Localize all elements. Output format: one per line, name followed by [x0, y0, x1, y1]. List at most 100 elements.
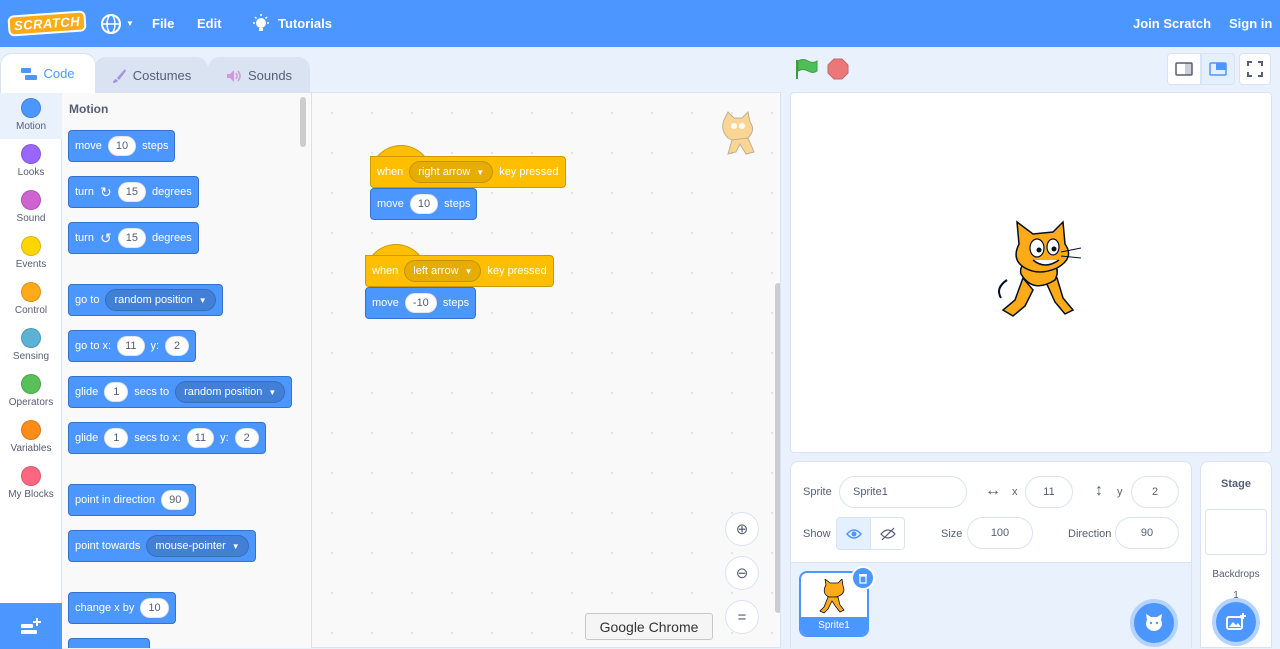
category-sensing[interactable]: Sensing [0, 323, 62, 369]
zoom-in-button[interactable]: ⊕ [725, 512, 759, 546]
category-variables[interactable]: Variables [0, 415, 62, 461]
when-key-pressed-block[interactable]: when left arrow ▼ key pressed [365, 255, 554, 287]
block-move-steps[interactable]: move 10 steps [68, 130, 176, 162]
show-hidden-button[interactable] [870, 517, 905, 550]
block-dropdown[interactable]: random position ▼ [175, 381, 286, 403]
edit-menu[interactable]: Edit [197, 0, 222, 47]
block-label: secs to [134, 386, 170, 398]
lightbulb-icon [253, 13, 269, 31]
large-stage-icon [1209, 62, 1227, 76]
tab-sounds-label: Sounds [247, 68, 293, 83]
when-key-pressed-block[interactable]: when right arrow ▼ key pressed [370, 156, 566, 188]
block-go-to[interactable]: go to random position ▼ [68, 284, 223, 316]
block-input[interactable]: 2 [234, 428, 259, 448]
stage-header [781, 47, 1280, 92]
tab-code[interactable]: Code [0, 53, 96, 93]
green-flag-button[interactable] [793, 57, 819, 81]
category-looks[interactable]: Looks [0, 139, 62, 185]
block-label: move [372, 297, 399, 309]
show-label: Show [803, 528, 831, 540]
add-extension-button[interactable] [0, 603, 62, 649]
x-position-input[interactable]: 11 [1025, 476, 1073, 508]
choose-sprite-button[interactable] [1130, 599, 1178, 647]
move-steps-block[interactable]: move -10 steps [365, 287, 477, 319]
sprite-name-input[interactable]: Sprite1 [839, 476, 967, 508]
block-input[interactable]: 10 [140, 598, 169, 618]
block-change-x[interactable]: change x by 10 [68, 592, 176, 624]
block-label: glide [75, 432, 99, 444]
block-label: key pressed [499, 166, 559, 178]
delete-sprite-button[interactable] [851, 566, 875, 590]
palette-scrollbar[interactable] [300, 97, 306, 147]
join-scratch-link[interactable]: Join Scratch [1133, 0, 1211, 47]
direction-input[interactable]: 90 [1115, 517, 1179, 549]
key-dropdown[interactable]: left arrow ▼ [404, 260, 482, 282]
category-sound[interactable]: Sound [0, 185, 62, 231]
file-menu[interactable]: File [152, 0, 174, 47]
block-input[interactable]: 90 [161, 490, 190, 510]
key-dropdown[interactable]: right arrow ▼ [409, 161, 494, 183]
show-visible-button[interactable] [836, 517, 871, 550]
sprite-info-panel: Sprite Sprite1 ↔ x 11 ↕ y 2 Show Size 10… [790, 461, 1192, 648]
block-label: change x by [75, 602, 135, 614]
small-stage-icon [1175, 62, 1193, 76]
category-motion[interactable]: Motion [0, 93, 62, 139]
tooltip-text: Google Chrome [599, 618, 699, 635]
block-input[interactable]: -10 [404, 293, 437, 313]
block-label: degrees [151, 186, 192, 198]
block-input[interactable]: 11 [186, 428, 215, 448]
block-partial[interactable] [68, 638, 150, 648]
eye-icon [845, 528, 862, 539]
block-dropdown[interactable]: random position ▼ [105, 289, 216, 311]
stage-canvas[interactable] [790, 92, 1272, 453]
block-glide-to[interactable]: glide 1 secs to random position ▼ [68, 376, 293, 408]
category-label: Looks [17, 167, 45, 178]
category-operators[interactable]: Operators [0, 369, 62, 415]
block-point-in-direction[interactable]: point in direction 90 [68, 484, 197, 516]
stage-thumbnail[interactable] [1205, 509, 1267, 555]
y-position-input[interactable]: 2 [1131, 476, 1179, 508]
move-steps-block[interactable]: move 10 steps [370, 188, 478, 220]
direction-label: Direction [1068, 528, 1112, 540]
category-my-blocks[interactable]: My Blocks [0, 461, 62, 507]
block-go-to-xy[interactable]: go to x: 11 y: 2 [68, 330, 197, 362]
block-input[interactable]: 1 [104, 428, 129, 448]
block-turn-left[interactable]: turn ↺ 15 degrees [68, 222, 199, 254]
category-control[interactable]: Control [0, 277, 62, 323]
choose-backdrop-button[interactable] [1212, 598, 1260, 646]
block-input[interactable]: 11 [117, 336, 145, 356]
caret-down-icon: ▼ [268, 387, 277, 397]
add-extension-icon [21, 618, 41, 634]
block-glide-to-xy[interactable]: glide 1 secs to x: 11 y: 2 [68, 422, 266, 454]
scratch-logo[interactable]: SCRATCH [7, 0, 87, 47]
block-input[interactable]: 2 [165, 336, 190, 356]
tab-costumes[interactable]: Costumes [94, 57, 208, 93]
block-input[interactable]: 10 [107, 136, 137, 156]
zoom-out-button[interactable]: ⊖ [725, 556, 759, 590]
dropdown-value: random position [114, 294, 193, 306]
zoom-reset-button[interactable]: = [725, 600, 759, 634]
script-area[interactable]: when right arrow ▼ key pressed move 10 st… [311, 92, 781, 648]
block-label: steps [442, 297, 470, 309]
block-input[interactable]: 10 [409, 194, 439, 214]
stage-selector[interactable]: Stage Backdrops 1 [1200, 461, 1272, 648]
block-input[interactable]: 15 [117, 228, 146, 248]
tutorials-button[interactable]: Tutorials [252, 0, 332, 47]
cat-sprite[interactable] [993, 218, 1093, 322]
block-input[interactable]: 1 [104, 382, 129, 402]
stop-button[interactable] [826, 57, 850, 81]
fullscreen-button[interactable] [1239, 53, 1271, 85]
tab-sounds[interactable]: Sounds [208, 57, 310, 93]
block-turn-right[interactable]: turn ↻ 15 degrees [68, 176, 199, 208]
language-menu[interactable]: ▼ [100, 0, 134, 47]
block-dropdown[interactable]: mouse-pointer ▼ [146, 535, 249, 557]
category-events[interactable]: Events [0, 231, 62, 277]
small-stage-button[interactable] [1167, 53, 1201, 85]
large-stage-button[interactable] [1201, 53, 1235, 85]
size-input[interactable]: 100 [967, 517, 1033, 549]
workspace-scrollbar[interactable] [775, 283, 780, 613]
sign-in-link[interactable]: Sign in [1229, 0, 1272, 47]
scratch-logo-text: SCRATCH [7, 10, 87, 37]
block-input[interactable]: 15 [117, 182, 146, 202]
block-point-towards[interactable]: point towards mouse-pointer ▼ [68, 530, 256, 562]
